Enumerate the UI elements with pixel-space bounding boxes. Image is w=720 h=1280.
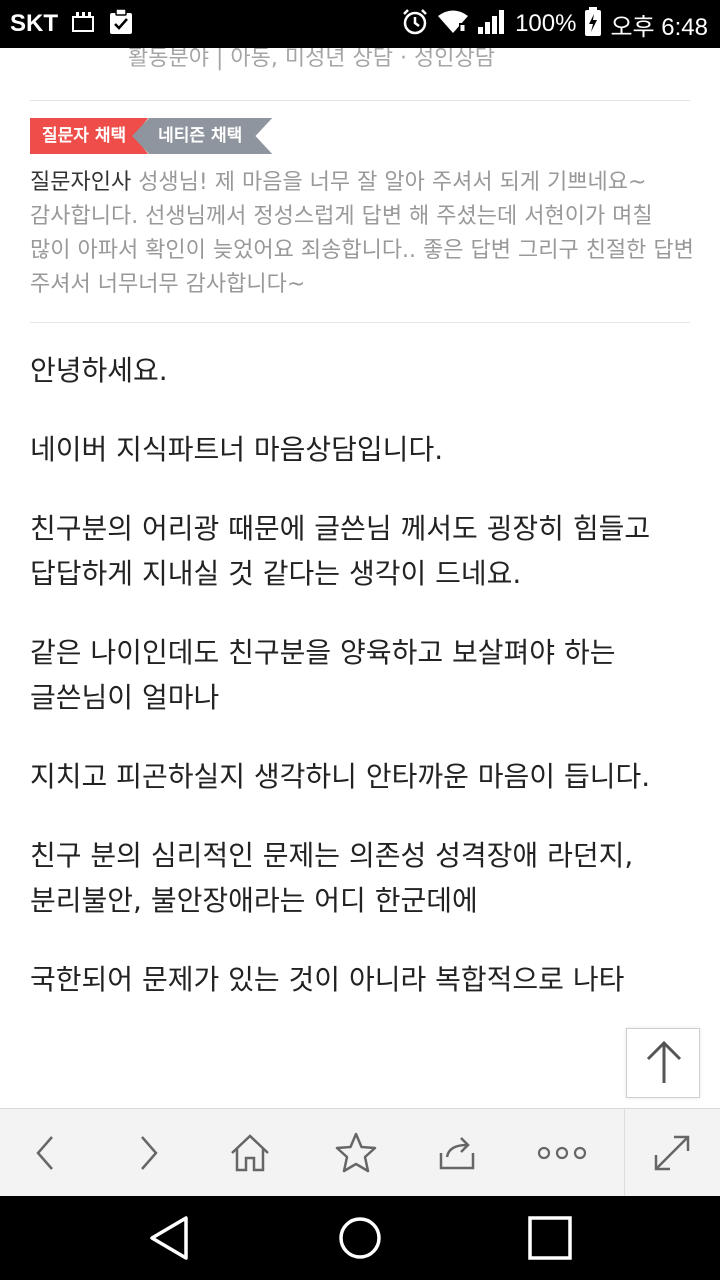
answer-paragraph: 같은 나이인데도 친구분을 양육하고 보살펴야 하는 글쓴님이 얼마나 bbox=[30, 636, 616, 714]
battery-charging-icon bbox=[584, 7, 602, 41]
home-icon bbox=[231, 1134, 269, 1172]
toolbar-separator bbox=[624, 1109, 625, 1197]
browser-toolbar bbox=[0, 1108, 720, 1197]
star-icon bbox=[335, 1132, 377, 1173]
nav-home-button[interactable] bbox=[310, 1196, 410, 1280]
status-bar: SKT 100% 오후 6:48 bbox=[0, 0, 720, 48]
signal-icon bbox=[477, 9, 507, 39]
nav-back-button[interactable] bbox=[120, 1196, 220, 1280]
forward-button[interactable] bbox=[114, 1109, 184, 1197]
nav-recents-button[interactable] bbox=[500, 1196, 600, 1280]
questioner-greeting: 질문자인사 성생님! 제 마음을 너무 잘 알아 주셔서 되게 기쁘네요~ 감사… bbox=[30, 166, 695, 302]
home-button[interactable] bbox=[215, 1109, 285, 1197]
selection-tags: 질문자 채택 네티즌 채택 bbox=[30, 118, 273, 154]
answer-paragraph: 친구분의 어리광 때문에 글쓴님 께서도 굉장히 힘들고 답답하게 지내실 것 … bbox=[30, 512, 651, 590]
arrow-up-icon bbox=[646, 1040, 682, 1083]
greeting-label: 질문자인사 bbox=[30, 170, 132, 195]
answer-paragraph: 안녕하세요. bbox=[30, 354, 168, 387]
answer-paragraph: 지치고 피곤하실지 생각하니 안타까운 마음이 듭니다. bbox=[30, 760, 651, 793]
answer-paragraph: 네이버 지식파트너 마음상담입니다. bbox=[30, 433, 444, 466]
battery-percent: 100% bbox=[515, 10, 577, 37]
clock: 오후 6:48 bbox=[610, 13, 708, 41]
divider bbox=[30, 100, 690, 101]
divider bbox=[30, 322, 690, 323]
more-dots-icon bbox=[537, 1146, 587, 1160]
chevron-left-icon bbox=[36, 1136, 53, 1170]
wifi-icon bbox=[437, 9, 469, 39]
chevron-right-icon bbox=[141, 1136, 158, 1170]
back-button[interactable] bbox=[10, 1109, 80, 1197]
questioner-pick-tag: 질문자 채택 bbox=[30, 118, 149, 154]
netizen-pick-tag: 네티즌 채택 bbox=[132, 118, 273, 154]
expert-field-line: 활동분야 | 아동, 미성년 상담 · 성인상담 bbox=[128, 48, 495, 71]
share-icon bbox=[439, 1137, 475, 1170]
triangle-back-icon bbox=[150, 1216, 188, 1260]
circle-home-icon bbox=[339, 1217, 381, 1259]
answer-paragraph: 친구 분의 심리적인 문제는 의존성 성격장애 라던지, 분리불안, 불안장애라… bbox=[30, 839, 634, 917]
carrier-label: SKT bbox=[10, 10, 58, 37]
alarm-icon bbox=[401, 8, 429, 40]
task-clipboard-icon bbox=[108, 8, 134, 40]
memory-icon bbox=[70, 9, 96, 39]
square-recents-icon bbox=[528, 1216, 572, 1260]
fullscreen-button[interactable] bbox=[637, 1109, 707, 1197]
share-button[interactable] bbox=[423, 1109, 493, 1197]
answer-body: 안녕하세요. 네이버 지식파트너 마음상담입니다. 친구분의 어리광 때문에 글… bbox=[30, 348, 690, 1036]
answer-paragraph: 국한되어 문제가 있는 것이 아니라 복합적으로 나타 bbox=[30, 963, 625, 996]
bookmark-button[interactable] bbox=[321, 1109, 391, 1197]
expand-icon bbox=[654, 1135, 690, 1171]
scroll-top-button[interactable] bbox=[626, 1028, 700, 1098]
article-content[interactable]: 활동분야 | 아동, 미성년 상담 · 성인상담 질문자 채택 네티즌 채택 질… bbox=[0, 48, 720, 1108]
system-nav-bar bbox=[0, 1196, 720, 1280]
more-button[interactable] bbox=[527, 1109, 597, 1197]
